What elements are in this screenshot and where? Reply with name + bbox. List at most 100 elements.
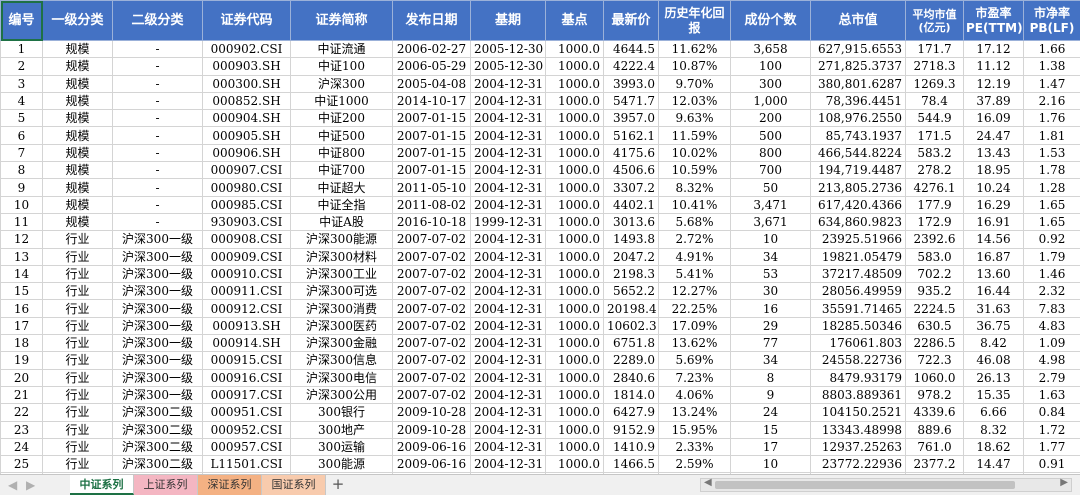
col-header-pe[interactable]: 市盈率PE(TTM) bbox=[963, 0, 1024, 41]
cell-category1[interactable]: 行业 bbox=[42, 403, 113, 422]
cell-avg-market-cap[interactable]: 722.3 bbox=[905, 351, 964, 370]
cell-pb[interactable]: 2.79 bbox=[1023, 368, 1080, 387]
cell-name[interactable]: 中证100 bbox=[290, 57, 393, 76]
cell-pe[interactable]: 18.95 bbox=[963, 161, 1024, 180]
cell-pe[interactable]: 36.75 bbox=[963, 316, 1024, 336]
cell-id[interactable]: 25 bbox=[0, 455, 43, 474]
cell-name[interactable]: 300能源 bbox=[290, 455, 393, 474]
cell-market-cap[interactable]: 108,976.2550 bbox=[810, 109, 906, 128]
cell-category2[interactable]: - bbox=[112, 126, 203, 145]
cell-pe[interactable]: 24.47 bbox=[963, 126, 1024, 145]
cell-avg-market-cap[interactable]: 4276.1 bbox=[905, 178, 964, 197]
cell-id[interactable]: 7 bbox=[0, 143, 43, 163]
cell-release-date[interactable]: 2009-10-28 bbox=[392, 420, 471, 439]
cell-name[interactable]: 沪深300 bbox=[290, 74, 393, 93]
cell-base-period[interactable]: 2004-12-31 bbox=[470, 126, 546, 145]
cell-id[interactable]: 23 bbox=[0, 420, 43, 439]
cell-category1[interactable]: 行业 bbox=[42, 282, 113, 301]
cell-constituents[interactable]: 16 bbox=[730, 299, 811, 318]
cell-pe[interactable]: 26.13 bbox=[963, 368, 1024, 387]
cell-base-period[interactable]: 2004-12-31 bbox=[470, 161, 546, 180]
cell-base-period[interactable]: 2004-12-31 bbox=[470, 143, 546, 163]
cell-category2[interactable]: 沪深300一级 bbox=[112, 368, 203, 387]
cell-annual-return[interactable]: 2.59% bbox=[658, 455, 731, 474]
cell-avg-market-cap[interactable]: 2392.6 bbox=[905, 230, 964, 249]
col-header-category2[interactable]: 二级分类 bbox=[112, 0, 203, 41]
cell-code[interactable]: 930903.CSI bbox=[202, 212, 291, 232]
cell-name[interactable]: 沪深300公用 bbox=[290, 385, 393, 405]
cell-avg-market-cap[interactable]: 583.0 bbox=[905, 247, 964, 266]
cell-category1[interactable]: 行业 bbox=[42, 351, 113, 370]
cell-base-period[interactable]: 2004-12-31 bbox=[470, 299, 546, 318]
cell-id[interactable]: 17 bbox=[0, 316, 43, 336]
cell-base-period[interactable]: 2004-12-31 bbox=[470, 437, 546, 457]
cell-category1[interactable]: 行业 bbox=[42, 420, 113, 439]
cell-annual-return[interactable]: 2.33% bbox=[658, 437, 731, 457]
cell-constituents[interactable]: 3,658 bbox=[730, 39, 811, 59]
cell-id[interactable]: 18 bbox=[0, 334, 43, 353]
cell-avg-market-cap[interactable]: 2224.5 bbox=[905, 299, 964, 318]
cell-base-point[interactable]: 1000.0 bbox=[545, 57, 604, 76]
cell-annual-return[interactable]: 12.27% bbox=[658, 282, 731, 301]
cell-pb[interactable]: 4.83 bbox=[1023, 316, 1080, 336]
cell-category2[interactable]: - bbox=[112, 57, 203, 76]
cell-category2[interactable]: 沪深300二级 bbox=[112, 437, 203, 457]
cell-category1[interactable]: 行业 bbox=[42, 385, 113, 405]
cell-release-date[interactable]: 2016-10-18 bbox=[392, 212, 471, 232]
cell-pe[interactable]: 14.56 bbox=[963, 230, 1024, 249]
cell-market-cap[interactable]: 85,743.1937 bbox=[810, 126, 906, 145]
cell-code[interactable]: 000985.CSI bbox=[202, 195, 291, 214]
cell-pb[interactable]: 0.91 bbox=[1023, 455, 1080, 474]
col-header-market-cap[interactable]: 总市值 bbox=[810, 0, 906, 41]
cell-base-period[interactable]: 2004-12-31 bbox=[470, 316, 546, 336]
cell-pb[interactable]: 1.38 bbox=[1023, 57, 1080, 76]
cell-release-date[interactable]: 2007-07-02 bbox=[392, 385, 471, 405]
cell-constituents[interactable]: 8 bbox=[730, 368, 811, 387]
col-header-name[interactable]: 证券简称 bbox=[290, 0, 393, 41]
cell-id[interactable]: 20 bbox=[0, 368, 43, 387]
cell-base-period[interactable]: 2004-12-31 bbox=[470, 74, 546, 93]
cell-category2[interactable]: 沪深300一级 bbox=[112, 316, 203, 336]
cell-id[interactable]: 10 bbox=[0, 195, 43, 214]
cell-pb[interactable]: 1.66 bbox=[1023, 39, 1080, 59]
cell-latest-price[interactable]: 1493.8 bbox=[603, 230, 659, 249]
cell-base-point[interactable]: 1000.0 bbox=[545, 264, 604, 284]
cell-avg-market-cap[interactable]: 935.2 bbox=[905, 282, 964, 301]
cell-id[interactable]: 2 bbox=[0, 57, 43, 76]
cell-category1[interactable]: 行业 bbox=[42, 264, 113, 284]
cell-constituents[interactable]: 50 bbox=[730, 178, 811, 197]
cell-id[interactable]: 4 bbox=[0, 91, 43, 111]
cell-constituents[interactable]: 1,000 bbox=[730, 91, 811, 111]
cell-id[interactable]: 1 bbox=[0, 39, 43, 59]
cell-name[interactable]: 中证200 bbox=[290, 109, 393, 128]
cell-category2[interactable]: - bbox=[112, 161, 203, 180]
cell-name[interactable]: 中证700 bbox=[290, 161, 393, 180]
cell-constituents[interactable]: 24 bbox=[730, 403, 811, 422]
cell-pb[interactable]: 1.63 bbox=[1023, 385, 1080, 405]
cell-name[interactable]: 300运输 bbox=[290, 437, 393, 457]
cell-latest-price[interactable]: 3957.0 bbox=[603, 109, 659, 128]
cell-release-date[interactable]: 2007-07-02 bbox=[392, 316, 471, 336]
cell-avg-market-cap[interactable]: 177.9 bbox=[905, 195, 964, 214]
cell-category1[interactable]: 规模 bbox=[42, 161, 113, 180]
cell-id[interactable]: 12 bbox=[0, 230, 43, 249]
cell-base-point[interactable]: 1000.0 bbox=[545, 91, 604, 111]
sheet-tab-zhongzheng[interactable]: 中证系列 bbox=[70, 475, 134, 495]
cell-id[interactable]: 21 bbox=[0, 385, 43, 405]
cell-pe[interactable]: 8.32 bbox=[963, 420, 1024, 439]
cell-id[interactable]: 19 bbox=[0, 351, 43, 370]
cell-annual-return[interactable]: 11.62% bbox=[658, 39, 731, 59]
cell-category1[interactable]: 规模 bbox=[42, 126, 113, 145]
cell-id[interactable]: 8 bbox=[0, 161, 43, 180]
cell-base-point[interactable]: 1000.0 bbox=[545, 420, 604, 439]
cell-constituents[interactable]: 3,671 bbox=[730, 212, 811, 232]
cell-code[interactable]: 000917.CSI bbox=[202, 385, 291, 405]
cell-category2[interactable]: - bbox=[112, 195, 203, 214]
cell-market-cap[interactable]: 380,801.6287 bbox=[810, 74, 906, 93]
cell-name[interactable]: 中证流通 bbox=[290, 39, 393, 59]
cell-market-cap[interactable]: 23772.22936 bbox=[810, 455, 906, 474]
cell-latest-price[interactable]: 4506.6 bbox=[603, 161, 659, 180]
cell-release-date[interactable]: 2007-07-02 bbox=[392, 299, 471, 318]
cell-market-cap[interactable]: 104150.2521 bbox=[810, 403, 906, 422]
cell-avg-market-cap[interactable]: 171.5 bbox=[905, 126, 964, 145]
